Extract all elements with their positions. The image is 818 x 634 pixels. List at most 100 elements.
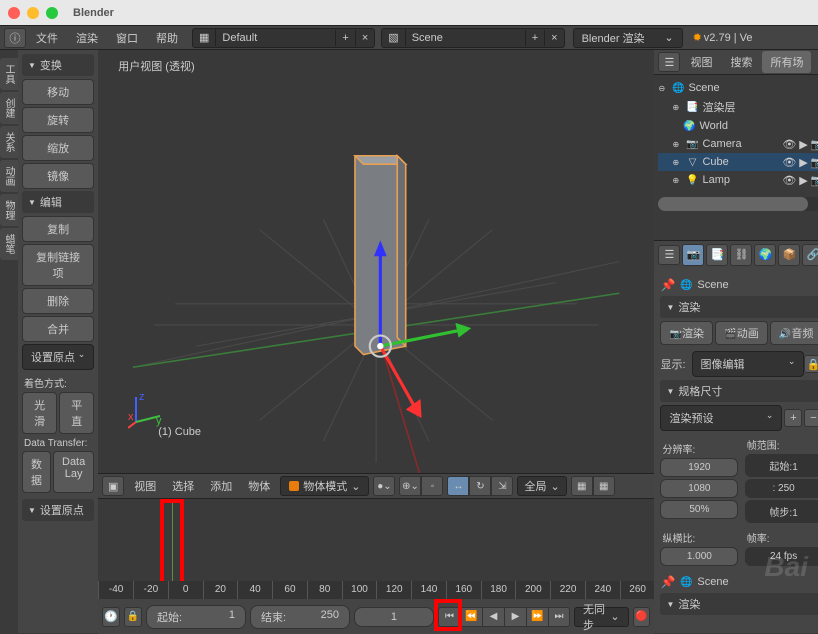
operator-history-header[interactable]: 设置原点 <box>22 499 94 521</box>
tab-grease-pencil[interactable]: 蜡笔 <box>0 228 18 260</box>
shading-selector[interactable]: ●⌄ <box>373 476 395 496</box>
panel-transform-header[interactable]: 变换 <box>22 54 94 76</box>
tab-object[interactable]: 📦 <box>778 244 800 266</box>
scene-selector[interactable]: ▧ Scene + × <box>381 28 564 48</box>
layout-add-icon[interactable]: + <box>336 30 355 46</box>
menu-select[interactable]: 选择 <box>166 475 200 497</box>
rotate-button[interactable]: 旋转 <box>22 107 94 133</box>
tab-physics[interactable]: 物理 <box>0 194 18 226</box>
res-y-field[interactable]: 1080 <box>660 479 738 498</box>
menu-file[interactable]: 文件 <box>28 27 66 49</box>
render-icon[interactable]: 📷 <box>811 138 818 151</box>
layout-name[interactable]: Default <box>216 30 336 46</box>
tab-animation[interactable]: 动画 <box>0 160 18 192</box>
scene-icon[interactable]: ▧ <box>382 29 405 46</box>
minimize-window-button[interactable] <box>27 7 39 19</box>
outliner-tree[interactable]: ⊖🌐Scene ⊕📑渲染层 🌍World ⊕📷Camera👁▶📷 ⊕▽Cube👁… <box>654 75 818 240</box>
close-window-button[interactable] <box>8 7 20 19</box>
animation-button[interactable]: 🎬动画 <box>715 321 768 345</box>
lock-display-icon[interactable]: 🔒 <box>804 355 818 373</box>
jump-end-button[interactable]: ⏭ <box>548 607 570 627</box>
frame-start-field2[interactable]: 起始:1 <box>745 454 818 477</box>
next-keyframe-button[interactable]: ⏩ <box>526 607 548 627</box>
scene-name[interactable]: Scene <box>406 30 526 46</box>
shading-flat-button[interactable]: 平直 <box>59 392 94 434</box>
tab-constraints[interactable]: 🔗 <box>802 244 818 266</box>
pin-icon[interactable]: 📌 <box>660 575 675 589</box>
screen-layout-selector[interactable]: ▦ Default + × <box>192 28 375 48</box>
menu-object[interactable]: 物体 <box>242 475 276 497</box>
set-origin-selector[interactable]: 设置原点 <box>22 344 94 370</box>
frame-step-field[interactable]: 帧步:1 <box>745 500 818 523</box>
frame-end-field[interactable]: 结束:250 <box>250 605 350 629</box>
lock-icon[interactable]: 🔒 <box>124 607 142 627</box>
tab-scene[interactable]: ⛓ <box>730 244 752 266</box>
tab-relations[interactable]: 关系 <box>0 126 18 158</box>
cursor-icon[interactable]: ▶ <box>799 138 807 151</box>
tree-scene[interactable]: ⊖🌐Scene <box>658 79 818 97</box>
outliner-filter[interactable]: 所有场 <box>762 51 811 73</box>
eye-icon[interactable]: 👁 <box>782 138 796 151</box>
timeline-canvas[interactable]: -40 -20 0 20 40 60 80 100 120 140 160 18… <box>98 499 654 599</box>
maximize-window-button[interactable] <box>46 7 58 19</box>
shading-smooth-button[interactable]: 光滑 <box>22 392 57 434</box>
outliner-search-menu[interactable]: 搜索 <box>722 51 760 73</box>
render-icon[interactable]: 📷 <box>811 174 818 187</box>
render-preset-selector[interactable]: 渲染预设 <box>660 405 782 431</box>
layers-buttons[interactable]: ▦▦ <box>571 476 615 496</box>
timeline-editor-icon[interactable]: 🕐 <box>102 607 120 627</box>
tab-tools[interactable]: 工具 <box>0 58 18 90</box>
view3d-editor-icon[interactable]: ▣ <box>102 476 124 496</box>
frame-start-field[interactable]: 起始:1 <box>146 605 246 629</box>
outliner-view-menu[interactable]: 视图 <box>682 51 720 73</box>
aspect-x-field[interactable]: 1.000 <box>660 547 738 566</box>
frame-end-field2[interactable]: : 250 <box>745 479 818 498</box>
preset-remove-button[interactable]: − <box>804 409 818 427</box>
layout-remove-icon[interactable]: × <box>356 30 374 46</box>
sync-selector[interactable]: 无同步⌄ <box>574 607 629 627</box>
duplicate-button[interactable]: 复制 <box>22 216 94 242</box>
mode-selector[interactable]: 物体模式⌄ <box>280 476 369 496</box>
autokey-button[interactable]: 🔴 <box>633 607 651 627</box>
tab-render[interactable]: 📷 <box>682 244 704 266</box>
play-reverse-button[interactable]: ◀ <box>482 607 504 627</box>
properties-editor-icon[interactable]: ☰ <box>658 245 680 265</box>
delete-button[interactable]: 删除 <box>22 288 94 314</box>
eye-icon[interactable]: 👁 <box>782 156 796 169</box>
viewport-3d[interactable]: 用户视图 (透视) <box>98 50 654 473</box>
orientation-selector[interactable]: 全局⌄ <box>517 476 566 496</box>
menu-add[interactable]: 添加 <box>204 475 238 497</box>
tab-render-layers[interactable]: 📑 <box>706 244 728 266</box>
menu-help[interactable]: 帮助 <box>148 27 186 49</box>
play-button[interactable]: ▶ <box>504 607 526 627</box>
render-panel-header[interactable]: 渲染 <box>660 296 818 318</box>
menu-window[interactable]: 窗口 <box>108 27 146 49</box>
scene-remove-icon[interactable]: × <box>545 30 563 46</box>
panel-edit-header[interactable]: 编辑 <box>22 191 94 213</box>
audio-button[interactable]: 🔊音频 <box>770 321 818 345</box>
res-pct-field[interactable]: 50% <box>660 500 738 519</box>
cursor-icon[interactable]: ▶ <box>799 156 807 169</box>
outliner-editor-icon[interactable]: ☰ <box>658 52 680 72</box>
pin-icon[interactable]: 📌 <box>660 278 675 292</box>
menu-render[interactable]: 渲染 <box>68 27 106 49</box>
tree-camera[interactable]: ⊕📷Camera👁▶📷 <box>658 135 818 153</box>
render-engine-selector[interactable]: Blender 渲染⌄ <box>573 28 683 48</box>
render-icon[interactable]: 📷 <box>811 156 818 169</box>
tab-world[interactable]: 🌍 <box>754 244 776 266</box>
scale-button[interactable]: 缩放 <box>22 135 94 161</box>
dimensions-panel-header[interactable]: 规格尺寸 <box>660 380 818 402</box>
render-panel-header2[interactable]: 渲染 <box>660 593 818 615</box>
mirror-button[interactable]: 镜像 <box>22 163 94 189</box>
duplicate-linked-button[interactable]: 复制链接项 <box>22 244 94 286</box>
render-button[interactable]: 📷渲染 <box>660 321 713 345</box>
preset-add-button[interactable]: + <box>784 409 802 427</box>
data-button[interactable]: 数据 <box>22 451 51 493</box>
data-layers-button[interactable]: Data Lay <box>53 451 94 493</box>
tree-world[interactable]: 🌍World <box>658 117 818 135</box>
manipulator-toggle[interactable]: ↔↻⇲ <box>447 476 513 496</box>
menu-view[interactable]: 视图 <box>128 475 162 497</box>
cursor-icon[interactable]: ▶ <box>799 174 807 187</box>
layout-grid-icon[interactable]: ▦ <box>193 29 216 46</box>
tree-cube[interactable]: ⊕▽Cube👁▶📷 <box>658 153 818 171</box>
